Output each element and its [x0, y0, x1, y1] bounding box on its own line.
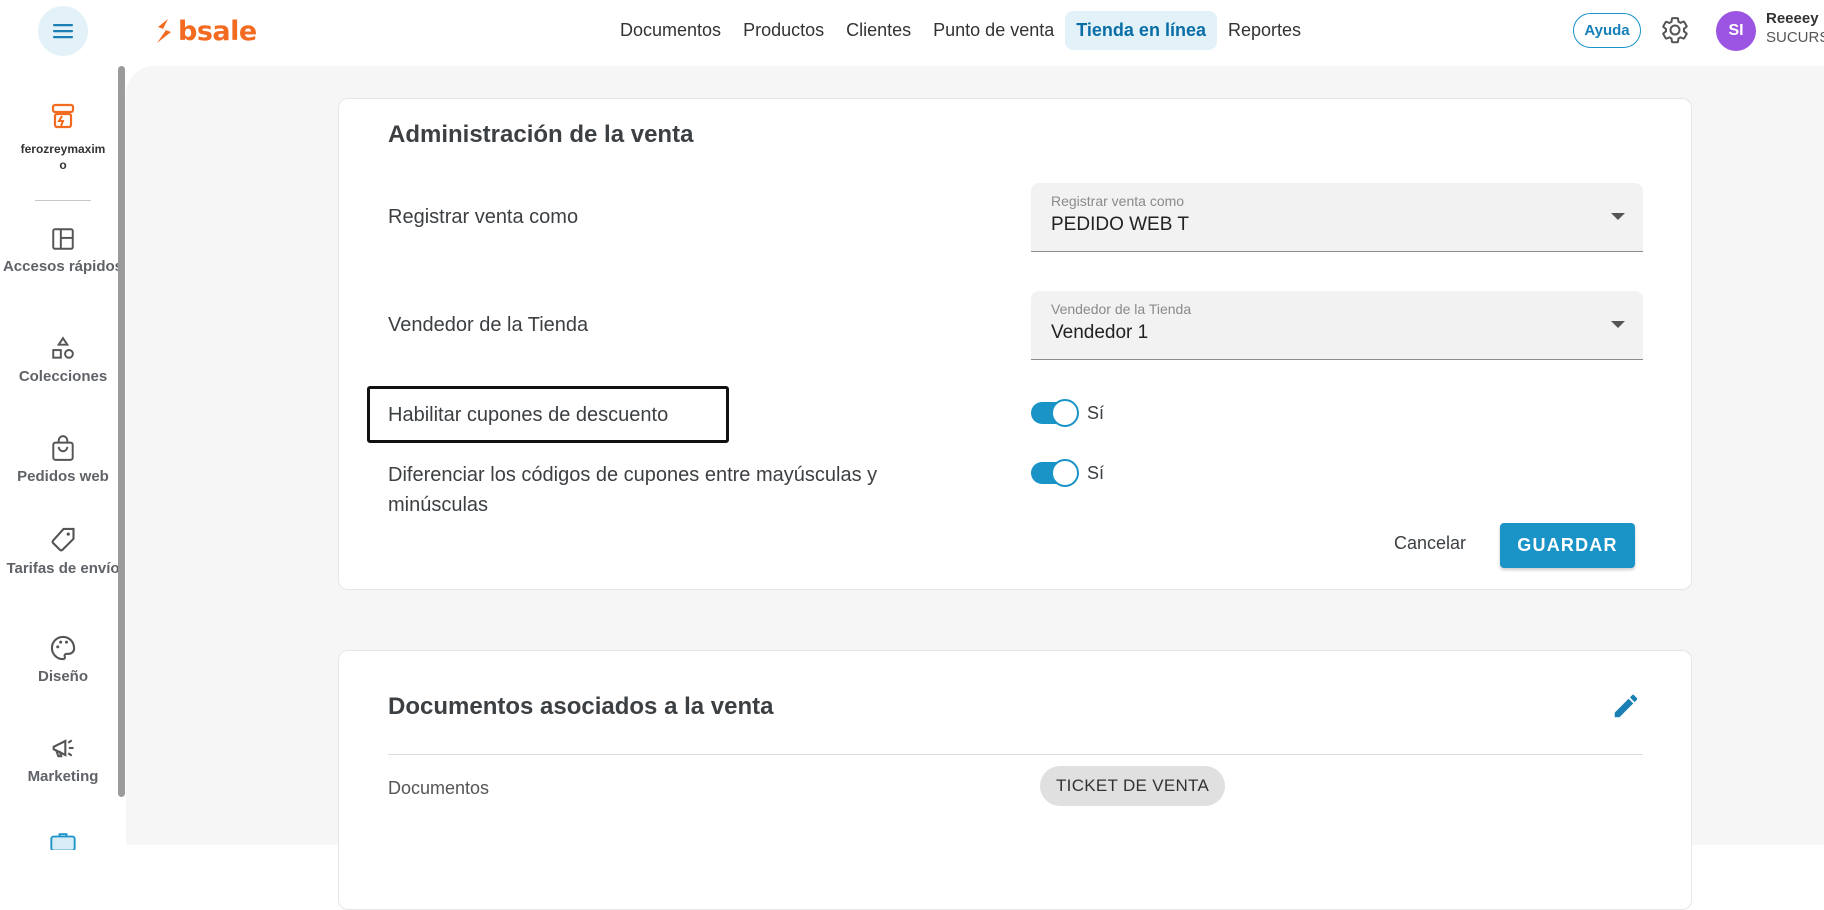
switch-knob	[1051, 459, 1079, 487]
register-select-caption: Registrar venta como	[1051, 193, 1185, 209]
sidebar-item-diseno[interactable]: Diseño	[0, 634, 126, 685]
sidebar-item-label: Pedidos web	[17, 468, 109, 485]
tag-icon	[51, 527, 75, 552]
nav-clientes[interactable]: Clientes	[835, 11, 922, 50]
sidebar-divider	[35, 200, 91, 201]
coupons-switch[interactable]	[1031, 399, 1079, 427]
sidebar-item-label: Diseño	[37, 668, 88, 685]
palette-icon	[50, 635, 76, 661]
caret-down-icon	[1611, 213, 1625, 220]
sidebar-item-tarifas-de-envio[interactable]: Tarifas de envío	[0, 526, 126, 577]
sidebar-item-colecciones[interactable]: Colecciones	[0, 336, 126, 385]
seller-select-value: Vendedor 1	[1051, 322, 1149, 343]
store-name: ferozreymaximo	[20, 142, 106, 172]
avatar[interactable]: SI	[1716, 11, 1756, 51]
main-content: Administración de la venta Registrar ven…	[126, 66, 1824, 910]
case-sensitive-label: Diferenciar los códigos de cupones entre…	[388, 464, 878, 516]
switch-knob	[1051, 399, 1079, 427]
sidebar-item-more[interactable]	[0, 830, 126, 850]
pencil-edit-icon[interactable]	[1611, 691, 1641, 721]
sidebar-item-accesos-rapidos[interactable]: Accesos rápidos	[0, 226, 126, 275]
documents-row-label: Documentos	[388, 778, 490, 798]
bsale-logo-icon	[157, 19, 171, 43]
dashboard-icon	[52, 228, 74, 250]
nav-punto-de-venta[interactable]: Punto de venta	[922, 11, 1065, 50]
documents-card: Documentos asociados a la venta Document…	[338, 650, 1692, 910]
register-select[interactable]: Registrar venta como PEDIDO WEB T	[1031, 183, 1643, 252]
sidebar: ferozreymaximo Accesos rápidos Coleccion…	[0, 66, 126, 850]
coupons-toggle-text: Sí	[1087, 402, 1105, 423]
seller-select[interactable]: Vendedor de la Tienda Vendedor 1	[1031, 291, 1643, 360]
sidebar-item-pedidos-web[interactable]: Pedidos web	[0, 434, 126, 485]
help-button[interactable]: Ayuda	[1573, 13, 1641, 48]
top-bar: bsale Documentos Productos Clientes Punt…	[0, 0, 1824, 66]
case-sensitive-switch[interactable]	[1031, 459, 1079, 487]
user-info[interactable]: Reeeey SUCURS	[1766, 10, 1824, 46]
sidebar-item-label: Marketing	[27, 768, 99, 785]
coupons-toggle[interactable]: Sí	[1031, 399, 1105, 427]
brand-logo[interactable]: bsale	[154, 14, 257, 48]
case-sensitive-toggle[interactable]: Sí	[1031, 459, 1105, 487]
save-button[interactable]: GUARDAR	[1500, 523, 1635, 568]
sidebar-item-marketing[interactable]: Marketing	[0, 734, 126, 785]
hamburger-menu-icon	[53, 24, 73, 39]
menu-button[interactable]	[38, 6, 88, 56]
user-branch: SUCURS	[1766, 29, 1824, 46]
gear-icon[interactable]	[1660, 15, 1690, 45]
nav-reportes[interactable]: Reportes	[1217, 11, 1312, 50]
store-icon	[51, 103, 75, 129]
register-select-value: PEDIDO WEB T	[1051, 214, 1189, 235]
megaphone-icon	[52, 739, 74, 758]
user-name: Reeeey	[1766, 10, 1819, 27]
nav-productos[interactable]: Productos	[732, 11, 835, 50]
sidebar-scrollbar[interactable]	[118, 66, 125, 797]
sale-admin-card: Administración de la venta Registrar ven…	[338, 98, 1692, 590]
documents-divider	[388, 754, 1643, 755]
seller-label: Vendedor de la Tienda	[388, 314, 589, 336]
main-nav: Documentos Productos Clientes Punto de v…	[609, 10, 1312, 50]
register-label: Registrar venta como	[388, 206, 579, 228]
briefcase-icon	[50, 833, 76, 850]
nav-tienda-en-linea[interactable]: Tienda en línea	[1065, 10, 1217, 50]
shopping-bag-icon	[52, 435, 74, 461]
document-chip[interactable]: TICKET DE VENTA	[1040, 766, 1226, 806]
caret-down-icon	[1611, 321, 1625, 328]
sidebar-store[interactable]: ferozreymaximo	[0, 102, 126, 173]
nav-documentos[interactable]: Documentos	[609, 11, 732, 50]
brand-name: bsale	[178, 15, 257, 47]
sidebar-item-label: Tarifas de envío	[6, 560, 120, 577]
sidebar-item-label: Colecciones	[18, 368, 108, 385]
documents-title: Documentos asociados a la venta	[388, 693, 774, 720]
case-sensitive-toggle-text: Sí	[1087, 462, 1105, 483]
coupons-label: Habilitar cupones de descuento	[388, 404, 669, 426]
shapes-icon	[52, 336, 74, 359]
sale-admin-title: Administración de la venta	[388, 121, 694, 148]
seller-select-caption: Vendedor de la Tienda	[1051, 301, 1192, 317]
sidebar-item-label: Accesos rápidos	[2, 258, 124, 275]
cancel-button[interactable]: Cancelar	[1394, 533, 1466, 554]
